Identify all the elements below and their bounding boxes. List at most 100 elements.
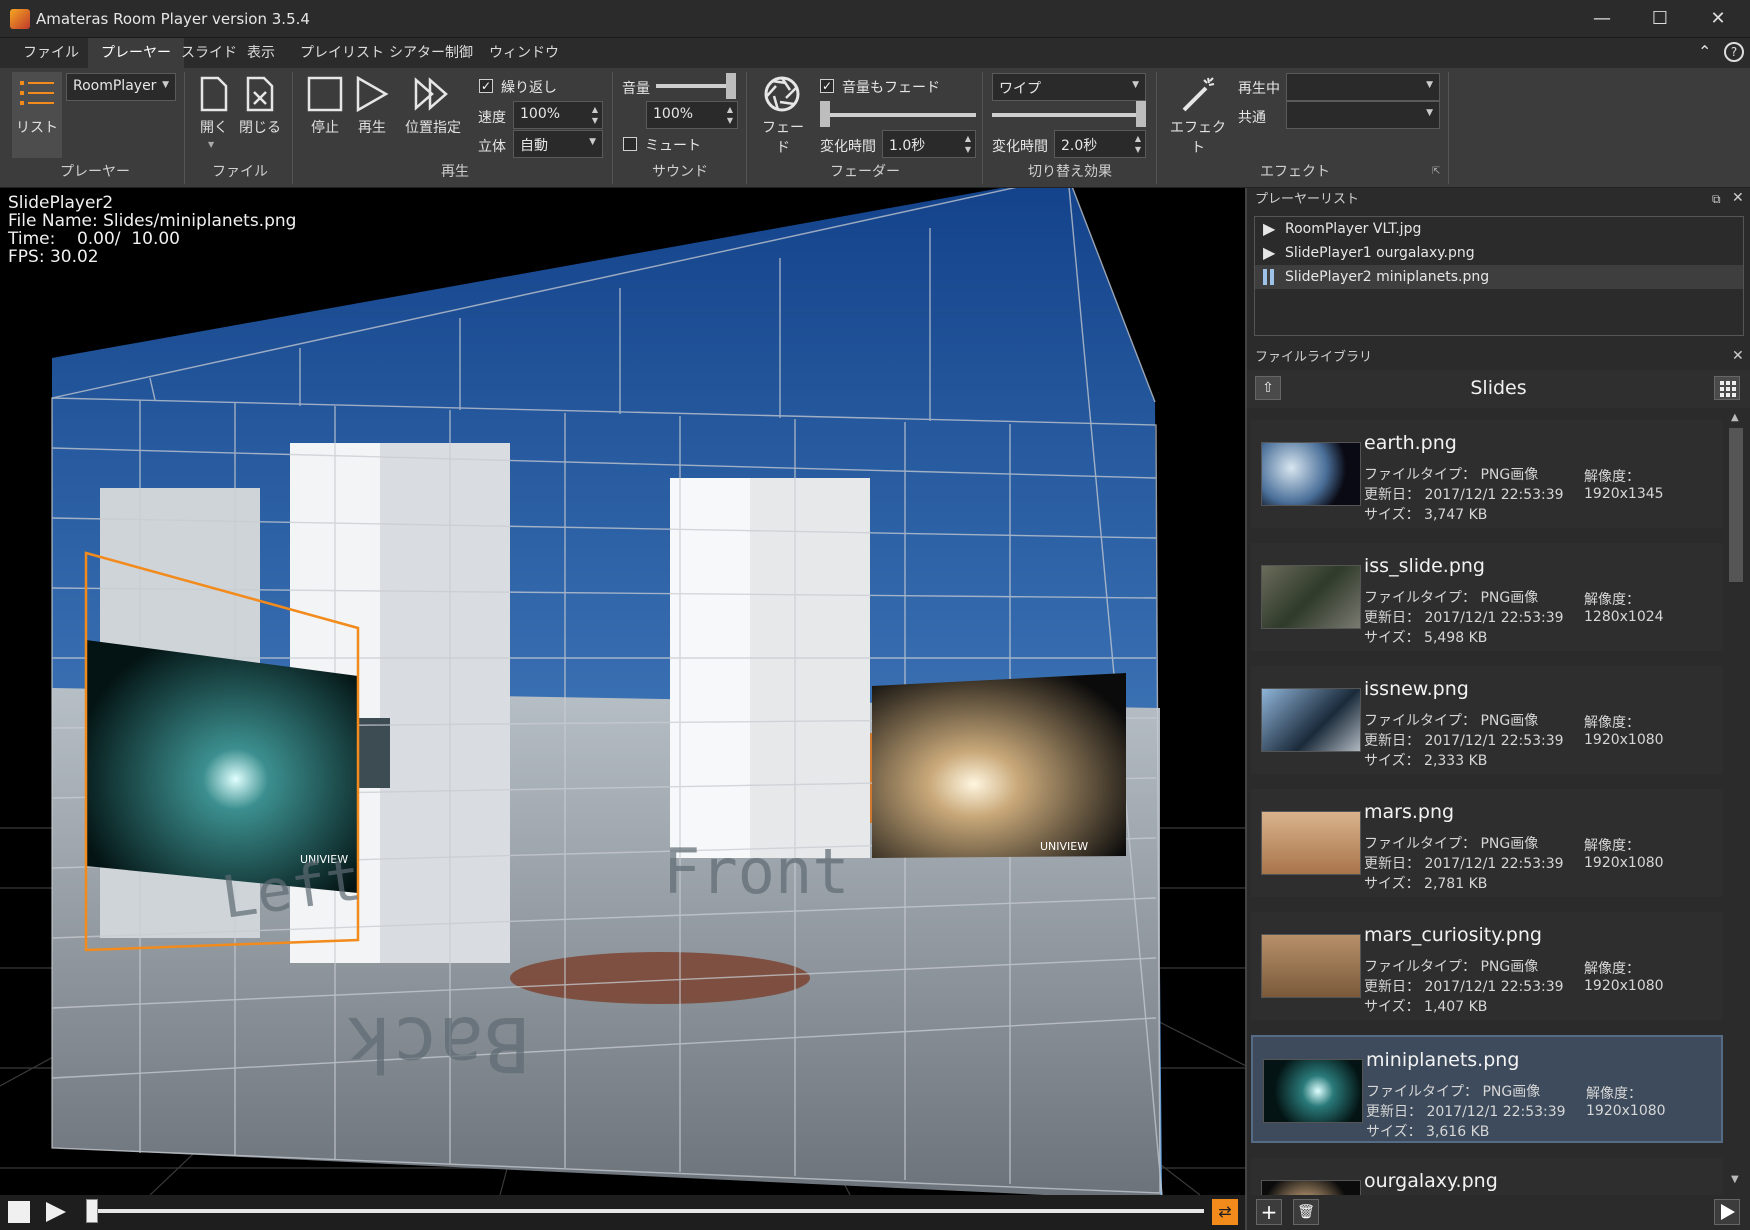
fader-slider-thumb[interactable] (820, 101, 830, 127)
player-list-item[interactable]: ▶ SlidePlayer1 ourgalaxy.png (1255, 241, 1743, 265)
file-name: mars_curiosity.png (1364, 924, 1542, 946)
volume-spinner[interactable]: 100% ▲ ▼ (646, 101, 738, 129)
library-item[interactable]: mars.png ファイルタイプ： PNG画像 更新日： 2017/12/1 2… (1251, 789, 1723, 897)
group-label-player: プレーヤー (60, 164, 130, 180)
app-icon (10, 9, 30, 29)
fade-aperture-icon[interactable] (762, 74, 802, 114)
magic-wand-icon[interactable] (1178, 74, 1218, 114)
speed-spinner[interactable]: 100% ▲ ▼ (513, 101, 603, 129)
player-select[interactable]: RoomPlayer ▼ (66, 73, 176, 101)
library-close-icon[interactable]: ✕ (1732, 348, 1744, 364)
help-icon[interactable]: ? (1724, 42, 1744, 62)
seek-position-icon[interactable] (412, 76, 454, 112)
grid-view-icon[interactable] (1714, 376, 1740, 400)
transition-select[interactable]: ワイプ ▼ (992, 73, 1146, 101)
wall-label-back: Back (347, 1000, 530, 1089)
library-item[interactable]: mars_curiosity.png ファイルタイプ： PNG画像 更新日： 2… (1251, 912, 1723, 1020)
library-item[interactable]: iss_slide.png ファイルタイプ： PNG画像 更新日： 2017/1… (1251, 543, 1723, 651)
library-bottom-bar (1247, 1195, 1750, 1230)
volume-slider[interactable] (656, 84, 732, 88)
seek-bar[interactable] (86, 1209, 1204, 1213)
file-type: ファイルタイプ： PNG画像 (1364, 836, 1539, 852)
transport-play-icon[interactable] (44, 1200, 68, 1224)
library-item-selected[interactable]: miniplanets.png ファイルタイプ： PNG画像 更新日： 2017… (1251, 1035, 1723, 1143)
open-dropdown-icon[interactable]: ▼ (208, 140, 214, 149)
ourgalaxy-slide[interactable] (872, 673, 1126, 858)
effect-playing-select[interactable]: ▼ (1286, 73, 1440, 101)
open-button-label[interactable]: 開く (194, 117, 234, 137)
3d-viewport[interactable]: UNIVIEW UNIVIEW Left Front Back (0, 188, 1245, 1195)
player-list-item[interactable]: ▶ RoomPlayer VLT.jpg (1255, 217, 1743, 241)
play-icon[interactable] (354, 76, 390, 112)
stereo-value: 自動 (520, 138, 548, 154)
transport-stop-icon[interactable] (8, 1201, 30, 1223)
slide-thumbnail (1261, 442, 1361, 506)
mute-checkbox[interactable] (623, 137, 637, 151)
dialog-launcher-icon[interactable]: ⇱ (1432, 166, 1440, 177)
file-type: ファイルタイプ： PNG画像 (1364, 713, 1539, 729)
effect-playing-label: 再生中 (1238, 81, 1280, 97)
transition-value: ワイプ (999, 81, 1041, 97)
play-state-icon: ▶ (1263, 219, 1276, 238)
fade-button-label[interactable]: フェード (758, 117, 808, 157)
stop-icon[interactable] (307, 76, 343, 112)
file-size: サイズ： 3,747 KB (1364, 507, 1488, 523)
tab-window[interactable]: ウィンドウ (476, 38, 572, 68)
close-file-button-label[interactable]: 閉じる (238, 117, 282, 137)
volume-slider-thumb[interactable] (726, 73, 736, 99)
tab-theater-control[interactable]: シアター制御 (376, 38, 486, 68)
add-icon[interactable]: + (1256, 1199, 1282, 1225)
slide-thumbnail (1261, 688, 1361, 752)
effect-button-label[interactable]: エフェクト (1166, 117, 1230, 157)
tab-file[interactable]: ファイル (10, 38, 92, 68)
transition-slider[interactable] (992, 113, 1146, 117)
player-select-value: RoomPlayer (73, 78, 157, 94)
seek-position-label[interactable]: 位置指定 (400, 117, 466, 137)
fade-time-value: 1.0秒 (889, 138, 926, 154)
close-button[interactable]: ✕ (1690, 0, 1746, 38)
tab-view[interactable]: 表示 (234, 38, 288, 68)
scrollbar-thumb[interactable] (1729, 428, 1743, 582)
panel-float-icon[interactable]: ⧉ (1712, 192, 1721, 207)
library-play-icon[interactable] (1714, 1199, 1740, 1225)
fade-time-spinner[interactable]: 1.0秒 ▲ ▼ (882, 130, 976, 158)
player-list-item-label: SlidePlayer1 ourgalaxy.png (1285, 245, 1475, 261)
list-button-label: リスト (16, 120, 58, 136)
close-file-icon[interactable] (242, 76, 276, 112)
collapse-ribbon-icon[interactable]: ⌃ (1698, 42, 1711, 61)
stereo-select[interactable]: 自動 ▼ (513, 130, 603, 158)
player-list-item-selected[interactable]: SlidePlayer2 miniplanets.png (1255, 265, 1743, 289)
file-date: 更新日： 2017/12/1 22:53:39 (1364, 979, 1564, 995)
scroll-down-icon[interactable]: ▼ (1731, 1174, 1739, 1185)
stop-button-label[interactable]: 停止 (305, 117, 345, 137)
ribbon-separator (292, 72, 293, 184)
library-item[interactable]: ourgalaxy.png ファイルタイプ： PNG画像 更新日： 2017/1… (1251, 1158, 1723, 1195)
minimize-button[interactable]: — (1574, 0, 1630, 38)
maximize-button[interactable]: ☐ (1632, 0, 1688, 38)
repeat-toggle-icon[interactable]: ⇄ (1212, 1199, 1238, 1225)
open-file-icon[interactable] (196, 76, 230, 112)
list-icon (20, 81, 54, 105)
slide-thumbnail (1261, 565, 1361, 629)
file-library-list: earth.png ファイルタイプ： PNG画像 更新日： 2017/12/1 … (1247, 410, 1725, 1195)
trash-icon[interactable]: 🗑 (1293, 1199, 1319, 1225)
fade-volume-checkbox[interactable]: ✓ (820, 79, 834, 93)
panel-close-icon[interactable]: ✕ (1732, 190, 1744, 206)
play-button-label[interactable]: 再生 (352, 117, 392, 137)
fader-slider[interactable] (820, 113, 976, 117)
library-item[interactable]: issnew.png ファイルタイプ： PNG画像 更新日： 2017/12/1… (1251, 666, 1723, 774)
transition-time-label: 変化時間 (992, 139, 1048, 155)
scroll-up-icon[interactable]: ▲ (1731, 412, 1739, 423)
info-time: Time: 0.00/ 10.00 (8, 229, 181, 249)
transition-time-spinner[interactable]: 2.0秒 ▲ ▼ (1054, 130, 1146, 158)
slide-thumbnail (1261, 1180, 1361, 1195)
file-size: サイズ： 2,781 KB (1364, 876, 1488, 892)
library-item[interactable]: earth.png ファイルタイプ： PNG画像 更新日： 2017/12/1 … (1251, 420, 1723, 528)
repeat-checkbox[interactable]: ✓ (479, 79, 493, 93)
file-type: ファイルタイプ： PNG画像 (1364, 467, 1539, 483)
effect-common-select[interactable]: ▼ (1286, 101, 1440, 129)
transition-slider-thumb[interactable] (1136, 101, 1146, 127)
seek-bar-thumb[interactable] (86, 1199, 98, 1223)
file-name: miniplanets.png (1366, 1049, 1520, 1071)
file-resolution: 解像度： 1280x1024 (1584, 592, 1664, 625)
